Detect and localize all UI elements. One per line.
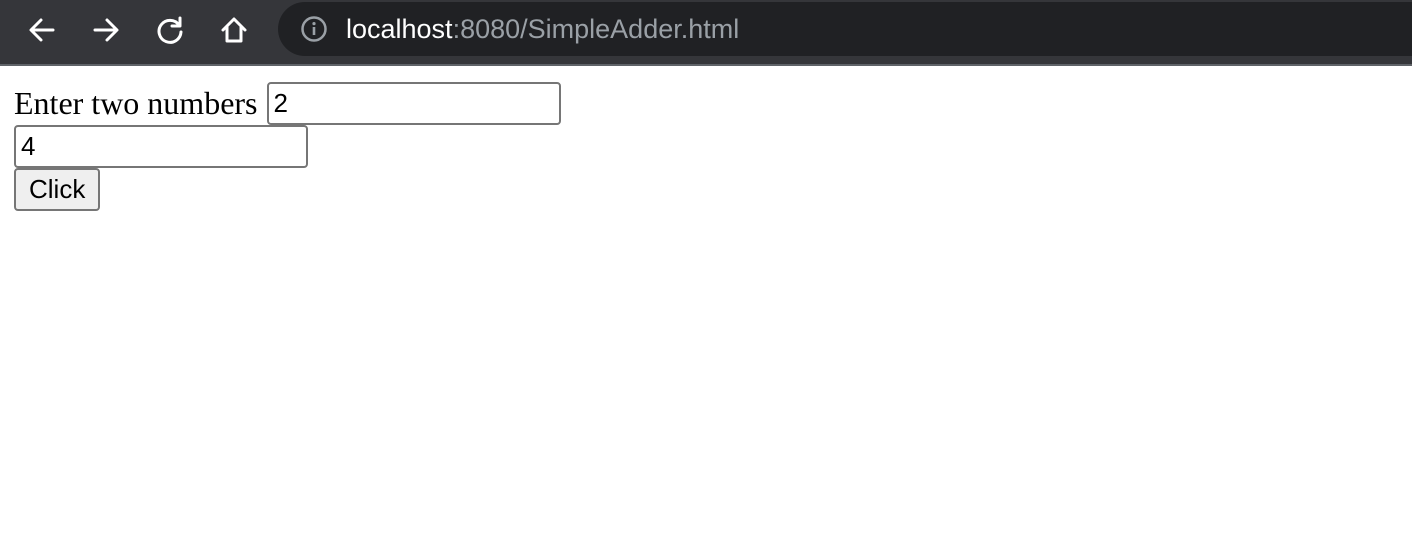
instruction-label: Enter two numbers: [14, 85, 258, 121]
toolbar-divider: [0, 64, 1412, 66]
second-row: [14, 125, 561, 168]
third-row: Click: [14, 168, 561, 211]
second-number-input[interactable]: [14, 125, 308, 168]
first-row: Enter two numbers: [14, 82, 561, 125]
url-path: :8080/SimpleAdder.html: [452, 13, 740, 44]
home-button[interactable]: [214, 10, 254, 50]
back-arrow-icon: [29, 18, 55, 42]
page-content: Enter two numbers Click: [14, 82, 561, 211]
address-bar[interactable]: localhost:8080/SimpleAdder.html: [278, 2, 1412, 56]
click-button[interactable]: Click: [14, 168, 101, 211]
reload-icon: [157, 16, 183, 44]
forward-button[interactable]: [86, 10, 126, 50]
browser-toolbar: localhost:8080/SimpleAdder.html: [0, 0, 1412, 64]
first-number-input[interactable]: [266, 82, 561, 125]
back-button[interactable]: [22, 10, 62, 50]
forward-arrow-icon: [93, 18, 119, 42]
url-text[interactable]: localhost:8080/SimpleAdder.html: [346, 14, 739, 45]
info-icon[interactable]: [300, 15, 328, 43]
home-icon: [221, 17, 247, 43]
reload-button[interactable]: [150, 10, 190, 50]
url-host: localhost: [346, 13, 453, 44]
